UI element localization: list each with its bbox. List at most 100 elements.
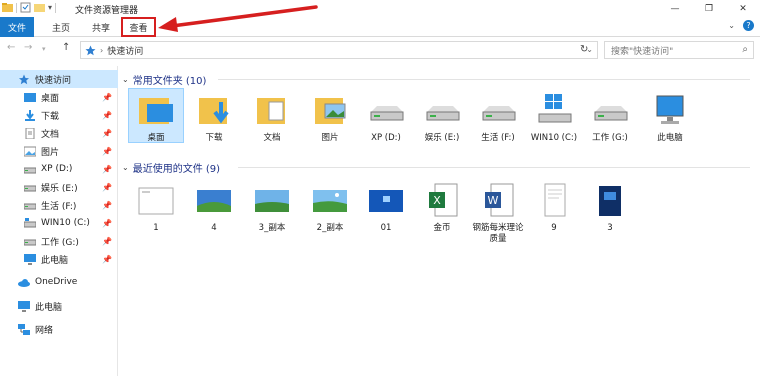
sidebar-item-drive-c[interactable]: WIN10 (C:) 📌: [0, 214, 118, 232]
file-tile[interactable]: 01: [358, 182, 414, 234]
sidebar-item-onedrive[interactable]: OneDrive: [0, 273, 118, 291]
sidebar-item-downloads[interactable]: 下载 📌: [0, 106, 118, 124]
file-tile[interactable]: 2_副本: [302, 182, 358, 234]
image-thumbnail-icon: [197, 190, 231, 212]
group-header-frequent[interactable]: ⌄ 常用文件夹 (10): [122, 71, 206, 87]
svg-text:X: X: [433, 194, 441, 207]
chevron-down-icon[interactable]: ⌄: [728, 21, 735, 30]
tile-label: 下载: [205, 133, 223, 143]
sidebar-item-label: 桌面: [41, 93, 60, 104]
pictures-icon: [24, 146, 36, 156]
properties-icon[interactable]: [20, 2, 31, 13]
folder-tile[interactable]: 娱乐 (E:): [414, 92, 470, 144]
search-input[interactable]: 搜索"快速访问" ⌕: [604, 41, 754, 59]
sidebar-item-label: 下载: [41, 111, 60, 122]
desktop-icon: [24, 92, 36, 102]
sidebar-item-documents[interactable]: 文档 📌: [0, 124, 118, 142]
sidebar-item-desktop[interactable]: 桌面 📌: [0, 88, 118, 106]
sidebar-item-drive-g[interactable]: 工作 (G:) 📌: [0, 232, 118, 250]
image-thumbnail-icon: [313, 190, 347, 212]
folder-tile[interactable]: 此电脑: [642, 92, 698, 144]
maximize-button[interactable]: ❐: [692, 0, 726, 17]
chevron-down-icon[interactable]: ⌄: [122, 75, 129, 84]
address-bar[interactable]: › 快速访问 ⌄: [80, 41, 598, 59]
search-icon: ⌕: [742, 44, 748, 55]
sidebar-item-drive-d[interactable]: XP (D:) 📌: [0, 160, 118, 178]
tab-share[interactable]: 共享: [84, 17, 118, 37]
back-arrow-icon[interactable]: ←: [7, 42, 15, 53]
pin-icon: 📌: [102, 92, 112, 102]
minimize-button[interactable]: —: [658, 0, 692, 17]
sidebar-item-network[interactable]: 网络: [0, 320, 118, 338]
file-tile[interactable]: 4: [186, 182, 242, 234]
chevron-right-icon[interactable]: ›: [100, 46, 103, 55]
tab-file[interactable]: 文件: [0, 17, 34, 37]
sidebar-item-this-pc-pinned[interactable]: 此电脑 📌: [0, 250, 118, 268]
sidebar-item-quick-access[interactable]: 快速访问: [0, 70, 118, 88]
folder-tile[interactable]: 生活 (F:): [470, 92, 526, 144]
help-icon[interactable]: ?: [743, 20, 754, 31]
group-divider: [218, 79, 750, 80]
sidebar-item-pictures[interactable]: 图片 📌: [0, 142, 118, 160]
sidebar-item-label: 生活 (F:): [41, 201, 77, 212]
separator: [16, 2, 17, 13]
tile-label: 图片: [321, 133, 339, 143]
refresh-icon[interactable]: ↻: [580, 44, 588, 55]
file-tile[interactable]: 3_副本: [244, 182, 300, 234]
pin-icon: 📌: [102, 110, 112, 120]
file-tile[interactable]: 3: [582, 182, 638, 234]
downloads-folder-icon: [199, 98, 229, 124]
tile-label: 生活 (F:): [481, 133, 515, 143]
file-tile[interactable]: W 钢筋每米理论质量: [470, 182, 526, 245]
pin-icon: 📌: [102, 254, 112, 264]
sidebar-item-label: 网络: [35, 325, 54, 336]
sidebar-item-label: 此电脑: [35, 302, 63, 313]
folder-tile[interactable]: XP (D:): [358, 92, 414, 144]
folder-tile[interactable]: 桌面: [128, 92, 184, 144]
window-title: 文件资源管理器: [75, 6, 139, 16]
sidebar-item-label: OneDrive: [35, 277, 78, 287]
sidebar-item-drive-e[interactable]: 娱乐 (E:) 📌: [0, 178, 118, 196]
star-icon: [85, 45, 96, 55]
file-tile[interactable]: 1: [128, 182, 184, 234]
customize-toolbar-icon[interactable]: ▾: [48, 3, 52, 12]
image-thumbnail-icon: [255, 190, 289, 212]
documents-folder-icon: [257, 98, 285, 124]
word-file-icon: W: [485, 183, 514, 217]
drive-icon: [24, 167, 36, 173]
recent-locations-icon[interactable]: ▾: [42, 45, 46, 53]
sidebar-item-this-pc[interactable]: 此电脑: [0, 297, 118, 315]
folder-icon[interactable]: [2, 2, 13, 13]
tile-label: 文档: [263, 133, 281, 143]
folder-tile[interactable]: WIN10 (C:): [526, 92, 582, 144]
tile-label: 娱乐 (E:): [424, 133, 460, 143]
file-tile[interactable]: 9: [526, 182, 582, 234]
tile-label: 2_副本: [316, 223, 344, 233]
cloud-icon: [18, 278, 30, 287]
drive-icon: [426, 106, 460, 121]
tile-label: 金币: [433, 223, 451, 233]
folder-tile[interactable]: 下载: [186, 92, 242, 144]
tile-label: 1: [153, 223, 159, 233]
computer-icon: [24, 253, 36, 265]
navigation-pane: 快速访问 桌面 📌 下载 📌 文档 📌 图片 📌 XP (D:) 📌 娱乐 (E…: [0, 66, 118, 376]
title-bar: ▾ 文件资源管理器 — ❐ ✕: [0, 0, 760, 17]
new-folder-icon[interactable]: [34, 2, 45, 13]
folder-tile[interactable]: 文档: [244, 92, 300, 144]
desktop-folder-icon: [139, 98, 173, 124]
folder-tile[interactable]: 图片: [302, 92, 358, 144]
chevron-down-icon[interactable]: ⌄: [122, 163, 129, 172]
svg-text:W: W: [488, 194, 499, 207]
tab-home[interactable]: 主页: [44, 17, 78, 37]
group-header-recent[interactable]: ⌄ 最近使用的文件 (9): [122, 159, 220, 175]
sidebar-item-drive-f[interactable]: 生活 (F:) 📌: [0, 196, 118, 214]
file-tile[interactable]: X 金币: [414, 182, 470, 234]
close-button[interactable]: ✕: [726, 0, 760, 17]
forward-arrow-icon[interactable]: →: [24, 42, 32, 53]
folder-tile[interactable]: 工作 (G:): [582, 92, 638, 144]
windows-drive-icon: [24, 217, 36, 227]
drive-icon: [594, 106, 628, 121]
search-placeholder: 搜索"快速访问": [611, 46, 674, 57]
up-arrow-icon[interactable]: ↑: [62, 42, 70, 53]
drive-icon: [482, 106, 516, 121]
